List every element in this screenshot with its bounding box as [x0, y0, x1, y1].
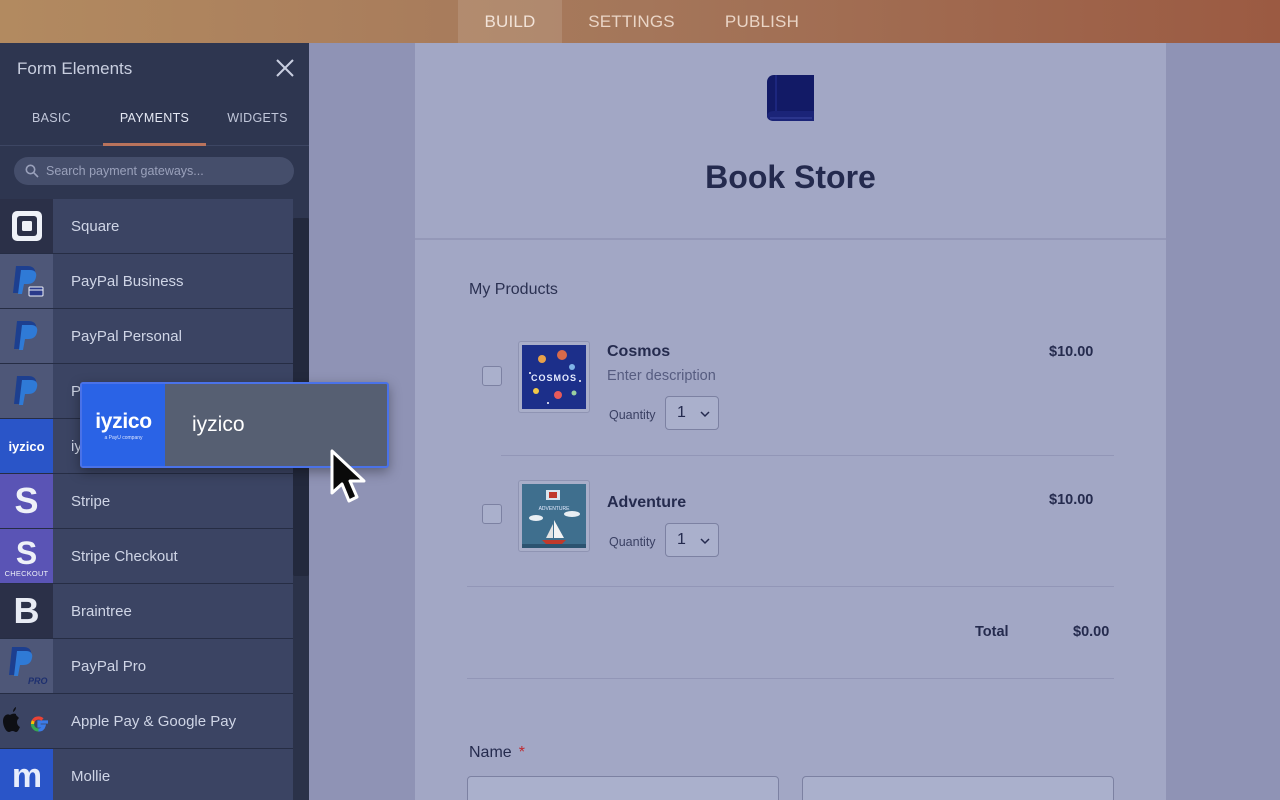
paypal-business-icon: [0, 254, 53, 308]
quantity-value: 1: [677, 404, 686, 421]
panel-header: Form Elements: [0, 43, 309, 93]
first-name-input[interactable]: [467, 776, 779, 800]
checkout-caption: CHECKOUT: [4, 568, 49, 578]
gateway-label: P: [71, 382, 82, 400]
product-divider: [501, 455, 1114, 456]
search-input[interactable]: [46, 157, 286, 185]
form-title: Book Store: [705, 159, 876, 195]
apple-google-pay-icon: [0, 694, 53, 748]
tab-widgets[interactable]: WIDGETS: [206, 93, 309, 145]
tab-settings[interactable]: SETTINGS: [562, 0, 701, 43]
tab-build[interactable]: BUILD: [458, 0, 562, 43]
chevron-down-icon: [700, 538, 710, 545]
tab-payments[interactable]: PAYMENTS: [103, 93, 206, 146]
paypal-icon: [0, 364, 53, 418]
dragged-item-label: iyzico: [192, 413, 245, 436]
product-name: Cosmos: [607, 343, 671, 360]
quantity-select[interactable]: 1: [665, 523, 719, 557]
gateway-label: Braintree: [71, 602, 132, 620]
gateway-item-square[interactable]: Square: [0, 199, 293, 254]
tab-basic[interactable]: BASIC: [0, 93, 103, 145]
iyzico-logo-icon: iyzico a PayU company: [82, 384, 165, 466]
gateway-item-mollie[interactable]: m Mollie: [0, 749, 293, 800]
gateway-label: PayPal Business: [71, 272, 184, 290]
search-icon: [25, 164, 39, 178]
form-header[interactable]: Book Store: [415, 43, 1166, 240]
panel-title: Form Elements: [17, 59, 133, 78]
chevron-down-icon: [700, 411, 710, 418]
section-divider: [467, 678, 1114, 679]
product-thumbnail: COSMOS: [518, 341, 590, 413]
gateway-label: Stripe: [71, 492, 111, 510]
gateway-item-paypal-business[interactable]: PayPal Business: [0, 254, 293, 309]
gateway-label: PayPal Personal: [71, 327, 182, 345]
total-value: $0.00: [1073, 624, 1110, 640]
book-icon: [767, 75, 814, 121]
gateway-label: PayPal Pro: [71, 657, 147, 675]
panel-tabs: BASIC PAYMENTS WIDGETS: [0, 93, 309, 146]
braintree-icon: B: [0, 584, 53, 638]
gateway-item-paypal-personal[interactable]: PayPal Personal: [0, 309, 293, 364]
adventure-cover-text: ADVENTURE: [539, 506, 571, 512]
total-label: Total: [975, 624, 1009, 640]
iyzico-icon: iyzico: [0, 419, 53, 473]
product-price: $10.00: [1049, 492, 1094, 508]
gateway-item-stripe-checkout[interactable]: S CHECKOUT Stripe Checkout: [0, 529, 293, 584]
search-box: [14, 157, 294, 185]
form-canvas: Book Store My Products COSMOS Cosmos Ent…: [415, 43, 1166, 800]
gateway-item-apple-google-pay[interactable]: Apple Pay & Google Pay: [0, 694, 293, 749]
last-name-input[interactable]: [802, 776, 1114, 800]
scrollbar[interactable]: [293, 218, 309, 800]
stripe-icon: S: [0, 474, 53, 528]
name-label-text: Name: [469, 744, 512, 761]
cosmos-cover-text: COSMOS: [531, 373, 577, 383]
paypal-icon: [0, 309, 53, 363]
square-icon: [0, 199, 53, 253]
gateway-label: Square: [71, 217, 120, 235]
iyzico-logo-subtext: a PayU company: [104, 434, 143, 441]
name-field-label: Name *: [469, 744, 525, 762]
products-section-title: My Products: [469, 281, 558, 298]
gateway-label: Apple Pay & Google Pay: [71, 712, 237, 730]
gateway-item-braintree[interactable]: B Braintree: [0, 584, 293, 639]
stripe-checkout-icon: S CHECKOUT: [0, 529, 53, 583]
mouse-pointer-icon: [330, 449, 366, 503]
tab-publish[interactable]: PUBLISH: [701, 0, 825, 43]
iyzico-logo-text: iyzico: [95, 409, 152, 433]
product-name: Adventure: [607, 494, 687, 511]
top-nav: BUILD SETTINGS PUBLISH: [458, 0, 825, 43]
quantity-select[interactable]: 1: [665, 396, 719, 430]
gateway-label: iy: [71, 437, 82, 455]
product-thumbnail: ADVENTURE: [518, 480, 590, 552]
product-checkbox[interactable]: [482, 366, 502, 386]
mollie-icon: m: [0, 749, 53, 800]
quantity-label: Quantity: [609, 408, 656, 422]
top-bar: BUILD SETTINGS PUBLISH: [0, 0, 1280, 43]
product-checkbox[interactable]: [482, 504, 502, 524]
paypal-pro-icon: PRO: [0, 639, 53, 693]
products-divider: [467, 586, 1114, 587]
quantity-label: Quantity: [609, 535, 656, 549]
close-icon[interactable]: [274, 57, 296, 79]
gateway-label: Mollie: [71, 767, 111, 785]
iyzico-logo-text: iyzico: [8, 438, 45, 454]
pro-caption: PRO: [28, 676, 48, 686]
gateway-item-stripe[interactable]: S Stripe: [0, 474, 293, 529]
cosmos-book-cover: COSMOS: [522, 345, 586, 409]
adventure-book-cover: ADVENTURE: [522, 484, 586, 548]
gateway-item-paypal-pro[interactable]: PRO PayPal Pro: [0, 639, 293, 694]
gateway-list: Square PayPal Business PayPal Personal P…: [0, 199, 293, 800]
gateway-label: Stripe Checkout: [71, 547, 178, 565]
product-price: $10.00: [1049, 344, 1094, 360]
product-description: Enter description: [607, 368, 716, 384]
required-mark: *: [518, 744, 525, 761]
quantity-value: 1: [677, 531, 686, 548]
